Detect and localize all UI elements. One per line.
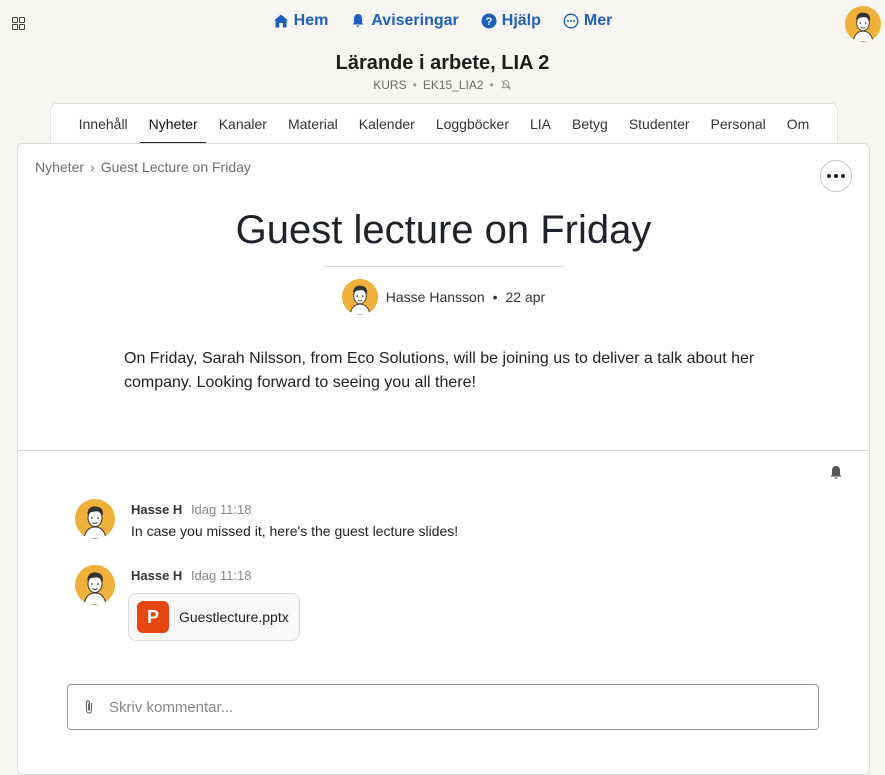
comment-author: Hasse H bbox=[131, 502, 183, 517]
meta-separator: • bbox=[489, 78, 494, 92]
author-avatar bbox=[341, 279, 378, 315]
post-author-row: Hasse Hansson • 22 apr bbox=[18, 279, 869, 315]
comment-avatar bbox=[75, 565, 115, 605]
comment-time: Idag 11:18 bbox=[190, 568, 252, 583]
nav-help[interactable]: ? Hjälp bbox=[481, 12, 541, 30]
nav-home[interactable]: Hem bbox=[273, 12, 329, 30]
course-meta: KURS • EK15_LIA2 • bbox=[0, 78, 885, 92]
course-code: EK15_LIA2 bbox=[422, 78, 484, 92]
tab-loggbocker[interactable]: Loggböcker bbox=[425, 104, 519, 144]
tab-om[interactable]: Om bbox=[776, 104, 820, 144]
comment-text: In case you missed it, here's the guest … bbox=[131, 523, 459, 539]
tab-innehall[interactable]: Innehåll bbox=[68, 104, 138, 144]
nav-more-label: Mer bbox=[583, 12, 613, 29]
more-options-button[interactable] bbox=[820, 160, 852, 192]
comment-avatar bbox=[75, 499, 115, 539]
more-dots-icon bbox=[827, 174, 831, 178]
nav-home-label: Hem bbox=[293, 12, 329, 29]
nav-notifications-label: Aviseringar bbox=[371, 12, 459, 29]
tab-nyheter[interactable]: Nyheter bbox=[138, 104, 208, 144]
more-circle-icon bbox=[563, 13, 579, 29]
tab-lia[interactable]: LIA bbox=[519, 104, 561, 144]
notifications-off-icon[interactable] bbox=[500, 79, 512, 91]
paperclip-icon[interactable] bbox=[81, 699, 97, 715]
meta-separator: • bbox=[492, 289, 498, 305]
nav-more[interactable]: Mer bbox=[563, 12, 612, 30]
tab-betyg[interactable]: Betyg bbox=[562, 104, 619, 144]
tab-kalender[interactable]: Kalender bbox=[348, 104, 425, 144]
comment-input[interactable] bbox=[107, 697, 791, 717]
help-icon: ? bbox=[481, 13, 497, 29]
attachment-file[interactable]: P Guestlecture.pptx bbox=[128, 593, 300, 641]
comment-input-box bbox=[67, 684, 819, 730]
main-nav: Hem Aviseringar ? Hjälp Mer bbox=[0, 12, 885, 30]
home-icon bbox=[273, 14, 288, 28]
post-author: Hasse Hansson bbox=[385, 289, 485, 305]
user-avatar[interactable] bbox=[845, 6, 881, 42]
breadcrumb-current: Guest Lecture on Friday bbox=[100, 159, 251, 175]
comment-time: Idag 11:18 bbox=[190, 502, 252, 517]
subscribe-bell-icon[interactable] bbox=[828, 465, 844, 481]
course-kind: KURS bbox=[373, 78, 407, 92]
meta-separator: • bbox=[412, 78, 417, 92]
attachment-name: Guestlecture.pptx bbox=[179, 609, 289, 625]
top-bar: Hem Aviseringar ? Hjälp Mer bbox=[0, 0, 885, 48]
powerpoint-file-icon: P bbox=[137, 601, 169, 633]
tab-kanaler[interactable]: Kanaler bbox=[208, 104, 277, 144]
post-date: 22 apr bbox=[505, 289, 546, 305]
svg-text:?: ? bbox=[485, 16, 492, 28]
breadcrumb-parent[interactable]: Nyheter bbox=[35, 159, 84, 175]
breadcrumb: Nyheter › Guest Lecture on Friday bbox=[35, 159, 251, 175]
comment-author: Hasse H bbox=[131, 568, 183, 583]
comment-header: Hasse H Idag 11:18 bbox=[131, 568, 251, 583]
post-title: Guest lecture on Friday bbox=[235, 208, 652, 252]
title-divider bbox=[324, 266, 564, 267]
post-body: On Friday, Sarah Nilsson, from Eco Solut… bbox=[124, 350, 755, 391]
news-post-card: Nyheter › Guest Lecture on Friday Guest … bbox=[17, 143, 870, 775]
more-dots-icon bbox=[834, 174, 838, 178]
course-tabs: Innehåll Nyheter Kanaler Material Kalend… bbox=[50, 103, 838, 144]
tab-personal[interactable]: Personal bbox=[700, 104, 776, 144]
nav-notifications[interactable]: Aviseringar bbox=[350, 12, 459, 30]
bell-icon bbox=[352, 14, 364, 27]
tab-studenter[interactable]: Studenter bbox=[618, 104, 700, 144]
section-divider bbox=[18, 450, 869, 451]
comment-header: Hasse H Idag 11:18 bbox=[131, 502, 251, 517]
tab-material[interactable]: Material bbox=[277, 104, 348, 144]
course-title: Lärande i arbete, LIA 2 bbox=[335, 52, 550, 74]
breadcrumb-separator: › bbox=[90, 159, 95, 175]
more-dots-icon bbox=[841, 174, 845, 178]
nav-help-label: Hjälp bbox=[501, 12, 541, 29]
